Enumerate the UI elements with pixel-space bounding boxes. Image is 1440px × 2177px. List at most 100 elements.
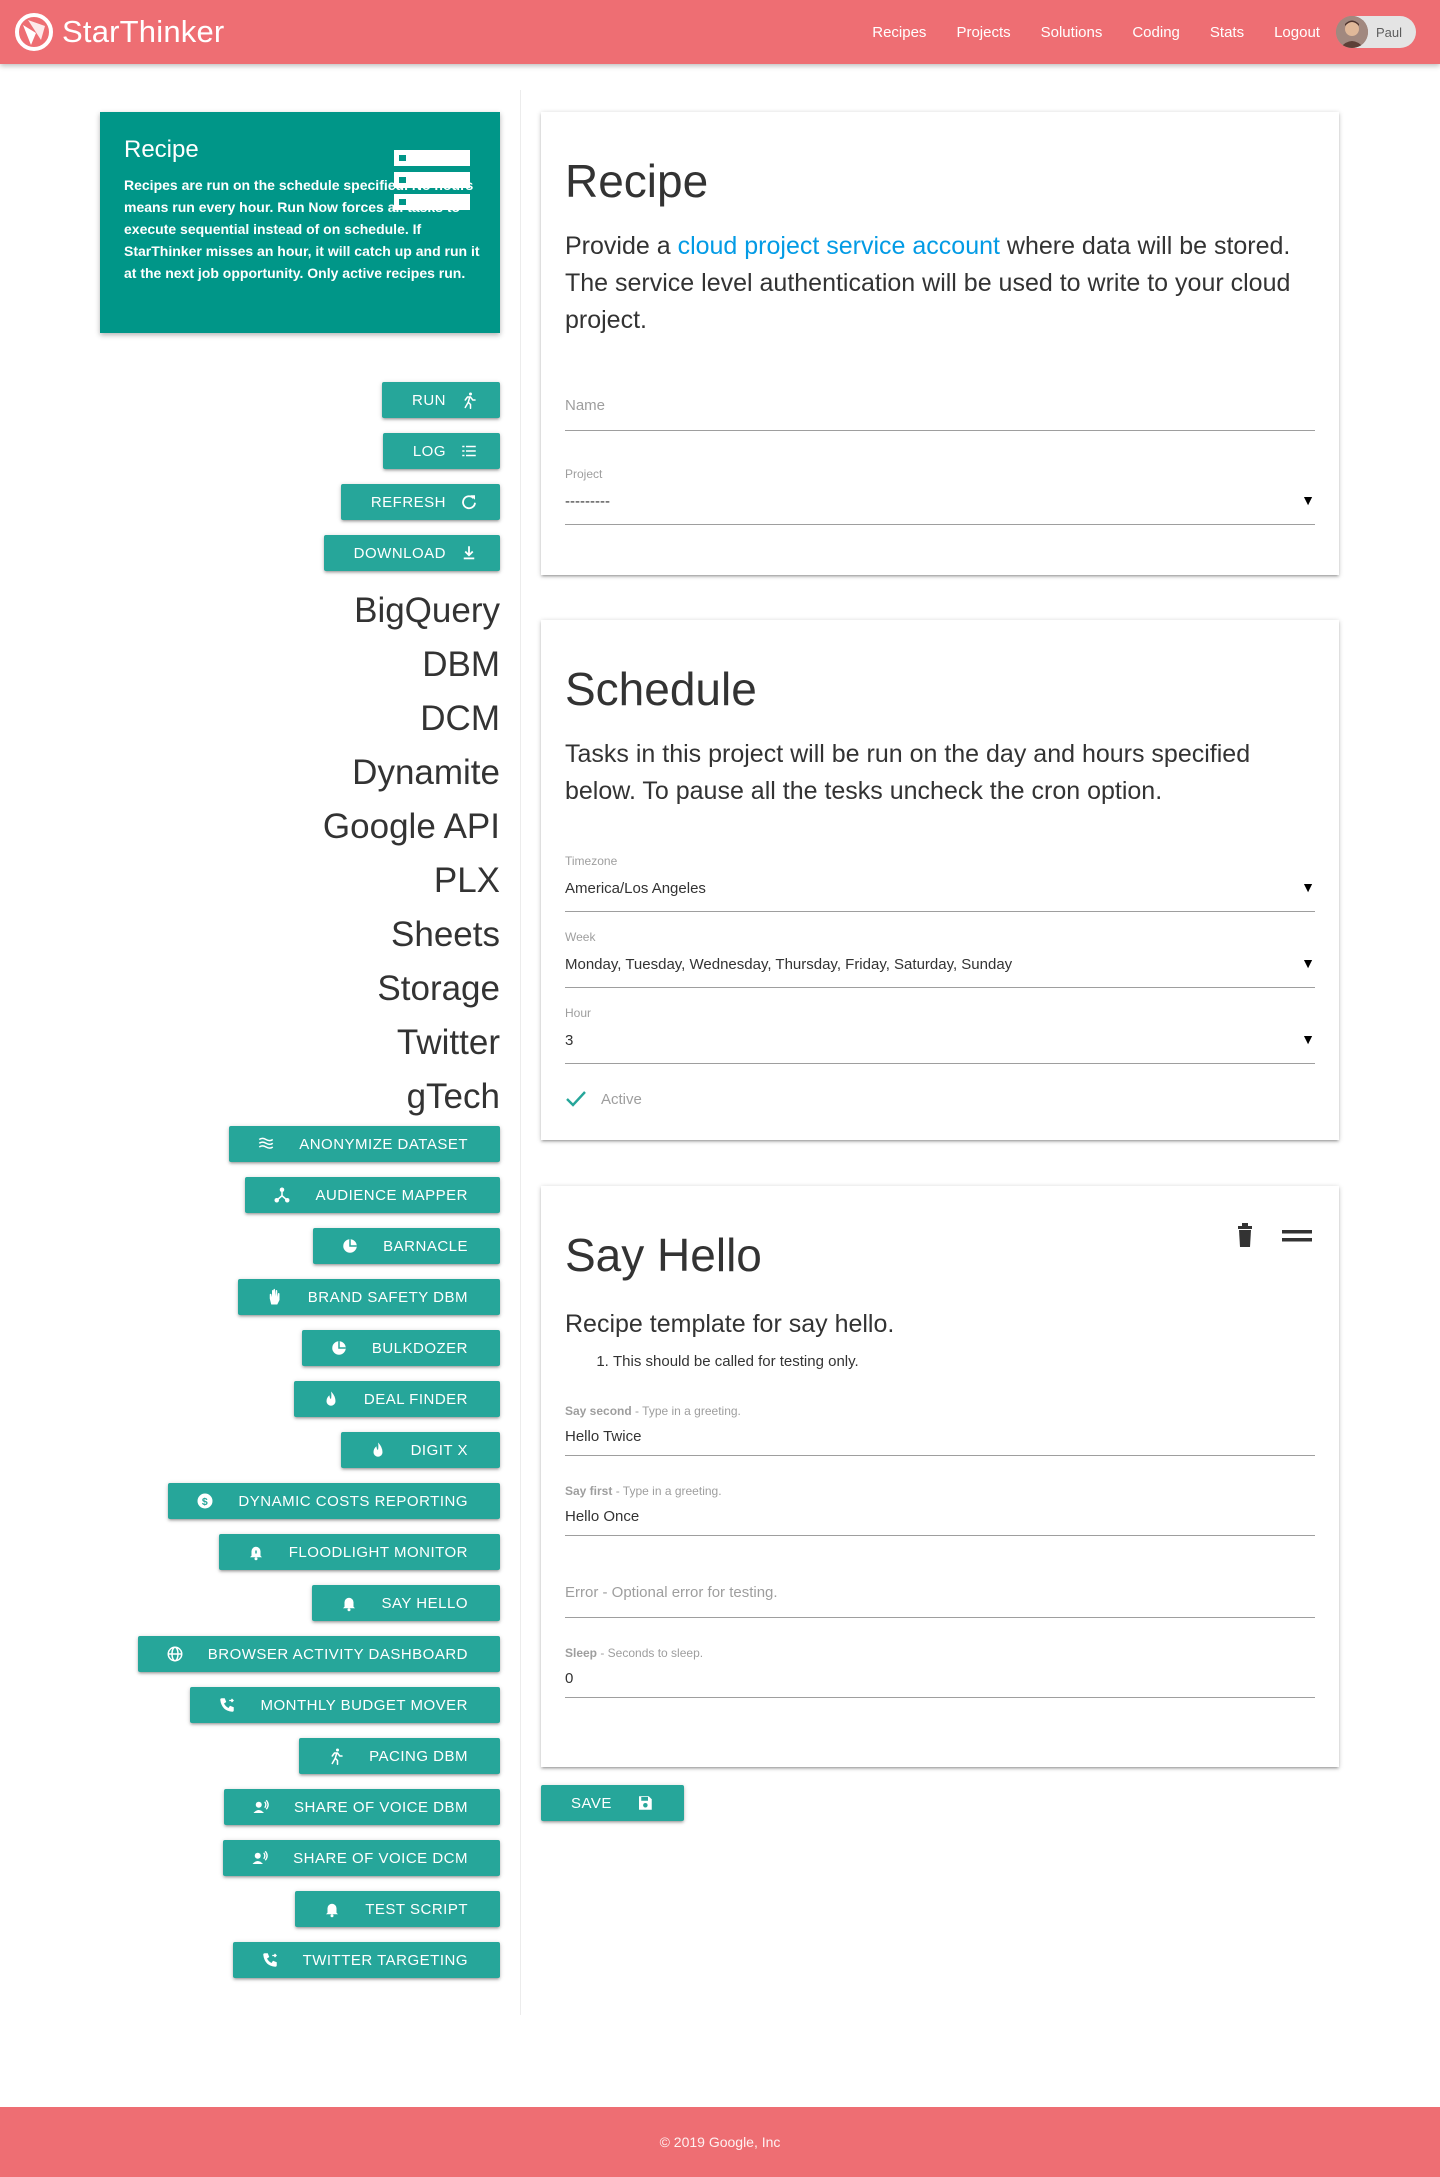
- hour-label: Hour: [565, 1006, 592, 1020]
- solution-label: Deal Finder: [363, 1390, 468, 1408]
- hour-select[interactable]: Hour 3 ▼: [565, 1006, 1315, 1064]
- top-navbar: StarThinker Recipes Projects Solutions C…: [0, 0, 1440, 64]
- dropdown-caret-icon: ▼: [1301, 879, 1315, 895]
- week-select[interactable]: Week Monday, Tuesday, Wednesday, Thursda…: [565, 930, 1315, 988]
- category-sheets[interactable]: Sheets: [100, 910, 500, 964]
- project-select[interactable]: Project --------- ▼: [565, 467, 1315, 525]
- solution-label: Pacing DBM: [369, 1747, 468, 1765]
- solution-label: Twitter Targeting: [302, 1951, 468, 1969]
- starthinker-logo-icon: [15, 13, 53, 51]
- solution-button-twitter-targeting[interactable]: Twitter Targeting: [232, 1942, 500, 1978]
- download-button[interactable]: Download: [323, 535, 500, 571]
- say-first-input[interactable]: Say first - Type in a greeting. Hello On…: [565, 1484, 1315, 1536]
- waves-icon: [259, 1137, 274, 1149]
- instruction-item: This should be called for testing only.: [613, 1353, 1315, 1370]
- category-plx[interactable]: PLX: [100, 856, 500, 910]
- voice-icon: [252, 1850, 268, 1864]
- category-storage[interactable]: Storage: [100, 964, 500, 1018]
- active-checkbox[interactable]: Active: [565, 1088, 1315, 1110]
- sleep-label: Sleep - Seconds to sleep.: [565, 1646, 1315, 1660]
- solution-label: Monthly Budget Mover: [260, 1696, 468, 1714]
- solution-button-digit-x[interactable]: DIGIT X: [340, 1432, 500, 1468]
- flame-icon: [373, 1442, 383, 1457]
- refresh-button[interactable]: Refresh: [340, 484, 500, 520]
- log-button-label: Log: [412, 442, 446, 460]
- name-placeholder: Name: [565, 397, 606, 414]
- nav-solutions[interactable]: Solutions: [1041, 24, 1103, 41]
- category-bigquery[interactable]: BigQuery: [100, 586, 500, 640]
- solution-button-anonymize-dataset[interactable]: Anonymize Dataset: [229, 1126, 500, 1162]
- name-field[interactable]: Name: [565, 397, 1315, 431]
- solution-label: Floodlight Monitor: [288, 1543, 468, 1561]
- week-label: Week: [565, 930, 596, 944]
- timezone-value: America/Los Angeles: [565, 880, 706, 897]
- week-value: Monday, Tuesday, Wednesday, Thursday, Fr…: [565, 956, 1013, 973]
- category-dbm[interactable]: DBM: [100, 640, 500, 694]
- solution-button-dynamic-costs-reporting[interactable]: $ Dynamic Costs Reporting: [168, 1483, 500, 1519]
- run-button-label: Run: [412, 391, 446, 409]
- solution-button-floodlight-monitor[interactable]: Floodlight Monitor: [218, 1534, 500, 1570]
- category-twitter[interactable]: Twitter: [100, 1018, 500, 1072]
- sidebar-buttons: Run Log Refresh Download BigQuery DBM: [100, 382, 500, 1993]
- task-card-description: Recipe template for say hello.: [565, 1310, 895, 1338]
- category-gtech[interactable]: gTech: [100, 1072, 500, 1126]
- category-dcm[interactable]: DCM: [100, 694, 500, 748]
- solution-button-pacing-dbm[interactable]: Pacing DBM: [299, 1738, 500, 1774]
- solution-button-share-of-voice-dbm[interactable]: Share of Voice DBM: [223, 1789, 500, 1825]
- nav-projects[interactable]: Projects: [956, 24, 1010, 41]
- solution-button-barnacle[interactable]: Barnacle: [313, 1228, 500, 1264]
- run-icon: [331, 1748, 343, 1765]
- brand-logo-link[interactable]: StarThinker: [14, 10, 224, 54]
- save-icon: [638, 1796, 652, 1810]
- field-name: Say first: [565, 1484, 613, 1498]
- flame-icon: [326, 1391, 336, 1406]
- sleep-input[interactable]: Sleep - Seconds to sleep. 0: [565, 1646, 1315, 1698]
- solution-button-bulkdozer[interactable]: Bulkdozer: [301, 1330, 500, 1366]
- download-icon: [463, 546, 475, 560]
- timezone-select[interactable]: Timezone America/Los Angeles ▼: [565, 854, 1315, 912]
- timezone-label: Timezone: [565, 854, 618, 868]
- solution-button-brand-safety-dbm[interactable]: Brand Safety DBM: [237, 1279, 500, 1315]
- run-button[interactable]: Run: [382, 382, 500, 418]
- drag-handle-icon[interactable]: [1279, 1218, 1315, 1254]
- footer: © 2019 Google, Inc: [0, 2107, 1440, 2177]
- user-chip[interactable]: Paul: [1335, 16, 1416, 48]
- schedule-card-description: Tasks in this project will be run on the…: [565, 740, 1251, 805]
- nav-coding[interactable]: Coding: [1132, 24, 1180, 41]
- sleep-value: 0: [565, 1670, 574, 1687]
- task-card-say-hello: Say Hello Recipe template for say hello.…: [541, 1186, 1339, 1767]
- hand-icon: [269, 1288, 280, 1305]
- schedule-card-title: Schedule: [565, 663, 757, 715]
- solution-button-browser-activity-dashboard[interactable]: Browser Activity Dashboard: [137, 1636, 500, 1672]
- say-second-value: Hello Twice: [565, 1428, 642, 1445]
- category-dynamite[interactable]: Dynamite: [100, 748, 500, 802]
- nav-logout[interactable]: Logout: [1274, 24, 1320, 41]
- nav-stats[interactable]: Stats: [1210, 24, 1244, 41]
- solution-button-say-hello[interactable]: Say Hello: [311, 1585, 500, 1621]
- solution-button-test-script[interactable]: Test Script: [295, 1891, 500, 1927]
- list-icon: [394, 150, 470, 210]
- brand-name: StarThinker: [62, 14, 225, 49]
- run-icon: [464, 392, 476, 409]
- active-label: Active: [601, 1090, 642, 1108]
- error-input[interactable]: Error - Optional error for testing.: [565, 1584, 1315, 1618]
- category-list: BigQuery DBM DCM Dynamite Google API PLX…: [100, 586, 500, 1126]
- solution-button-share-of-voice-dcm[interactable]: Share of Voice DCM: [223, 1840, 500, 1876]
- recipe-desc-text: Provide a: [565, 232, 678, 260]
- solution-button-monthly-budget-mover[interactable]: Monthly Budget Mover: [190, 1687, 500, 1723]
- trash-icon[interactable]: [1227, 1218, 1263, 1254]
- phone-forward-icon: [262, 1953, 277, 1967]
- category-google-api[interactable]: Google API: [100, 802, 500, 856]
- solution-button-audience-mapper[interactable]: Audience Mapper: [245, 1177, 500, 1213]
- project-value: ---------: [565, 493, 610, 510]
- log-button[interactable]: Log: [382, 433, 500, 469]
- nav-recipes[interactable]: Recipes: [872, 24, 926, 41]
- say-second-input[interactable]: Say second - Type in a greeting. Hello T…: [565, 1404, 1315, 1456]
- sidebar: Recipe Recipes are run on the schedule s…: [100, 112, 500, 2012]
- service-account-link[interactable]: cloud project service account: [678, 232, 1000, 260]
- solution-button-deal-finder[interactable]: Deal Finder: [293, 1381, 500, 1417]
- task-instructions: This should be called for testing only.: [565, 1353, 1315, 1370]
- hour-value: 3: [565, 1032, 574, 1049]
- save-button[interactable]: Save: [541, 1785, 684, 1821]
- pie-chart-icon: [343, 1239, 357, 1253]
